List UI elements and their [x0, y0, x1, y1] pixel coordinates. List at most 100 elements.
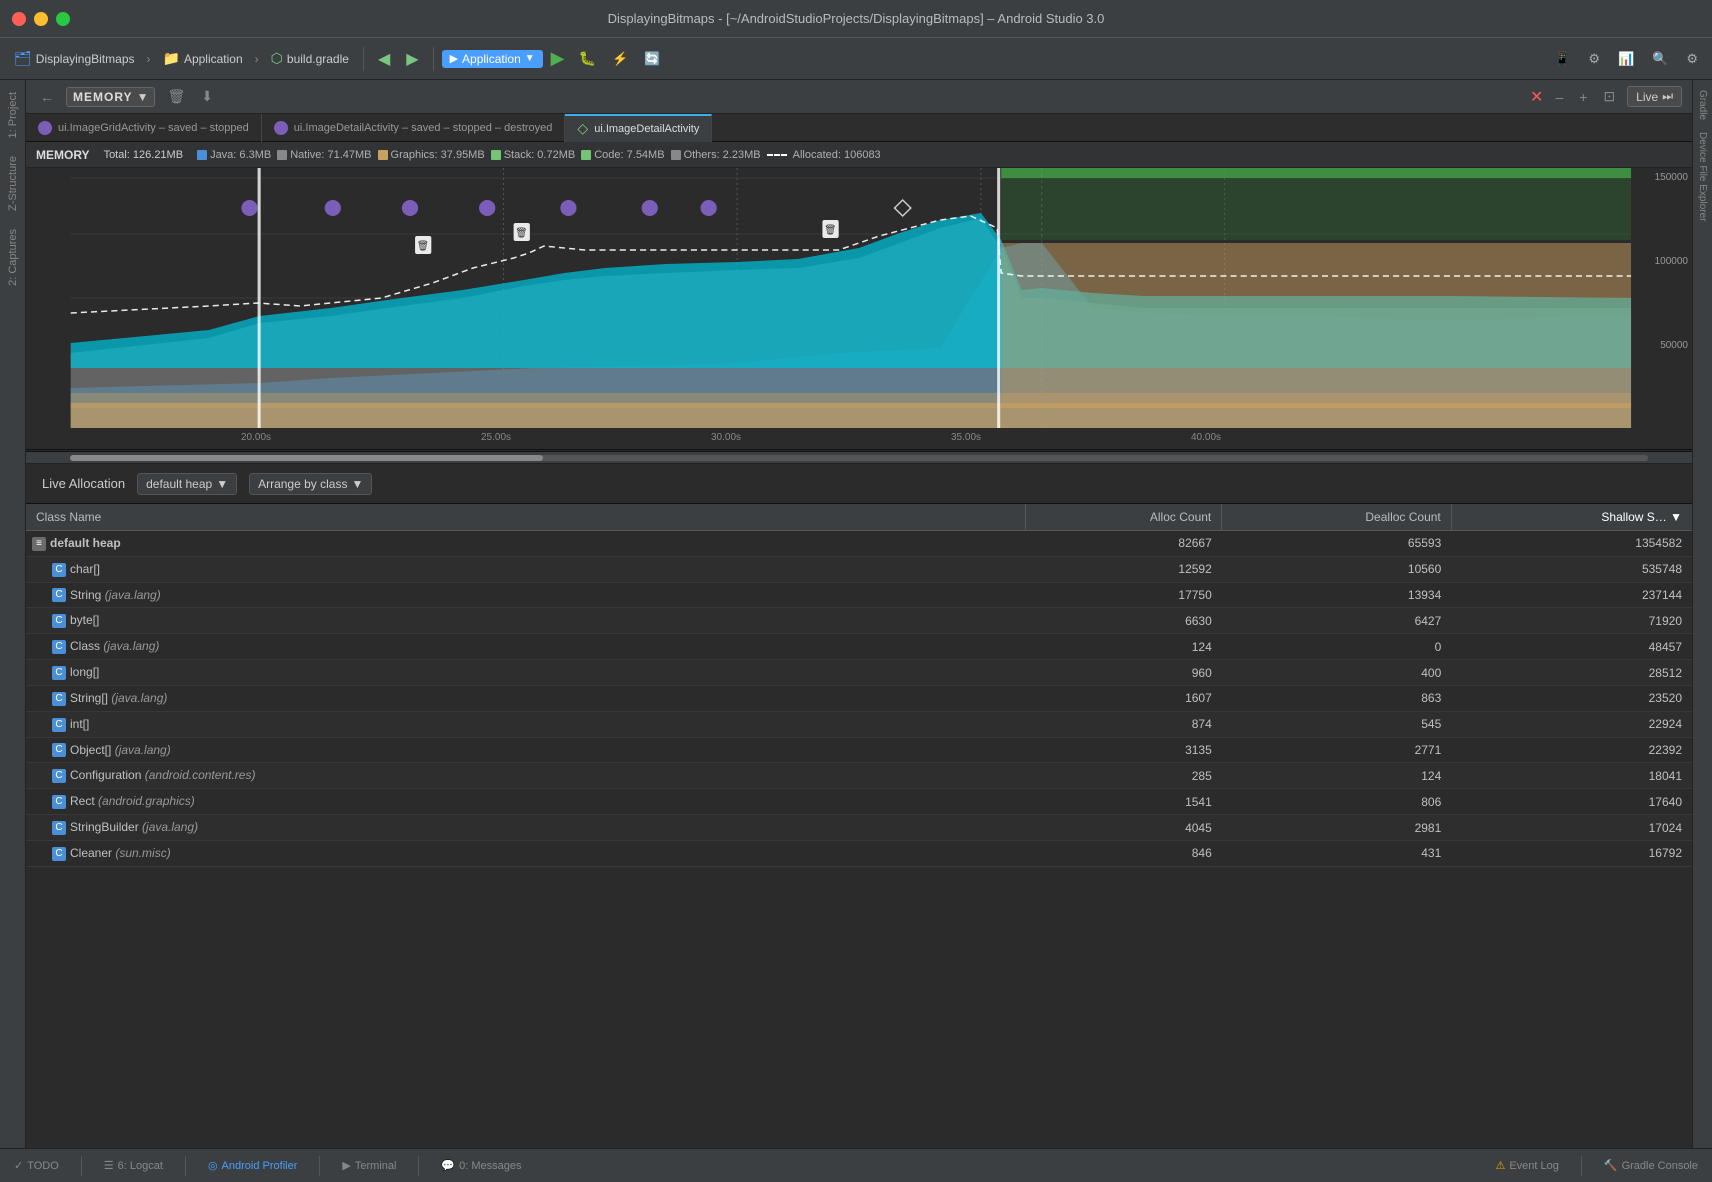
- legend-others: Others: 2.23MB: [671, 149, 761, 161]
- title-bar: DisplayingBitmaps - [~/AndroidStudioProj…: [0, 0, 1712, 38]
- y-axis-right: 150000 100000 50000: [1632, 168, 1692, 428]
- search-button[interactable]: 🔍: [1646, 49, 1674, 69]
- status-todo[interactable]: ✓ TODO: [8, 1157, 65, 1174]
- run-config-dropdown[interactable]: ▶ Application ▼: [442, 50, 543, 68]
- profiler-label: Android Profiler: [222, 1160, 298, 1172]
- table-row[interactable]: Cchar[]1259210560535748: [26, 556, 1692, 582]
- svg-text:🗑: 🗑: [417, 240, 430, 252]
- sdk-manager-button[interactable]: ⚙: [1582, 49, 1606, 69]
- chart-total: Total: 126.21MB: [104, 149, 184, 161]
- terminal-label: Terminal: [355, 1160, 397, 1172]
- profiler-button[interactable]: 📊: [1612, 49, 1640, 69]
- right-tab-gradle[interactable]: Gradle: [1695, 84, 1710, 126]
- status-logcat[interactable]: ☰ 6: Logcat: [98, 1157, 169, 1174]
- nav-forward-button[interactable]: ▶: [400, 47, 424, 71]
- profiler-header: ← MEMORY ▼ 🗑 ⬇ ✕ – + ⊡ Live ⏭: [26, 80, 1692, 114]
- col-alloc-count[interactable]: Alloc Count: [1026, 504, 1222, 531]
- run-button[interactable]: ▶: [547, 48, 569, 69]
- export-button[interactable]: ⬇: [197, 86, 217, 107]
- right-tab-device-file[interactable]: Device File Explorer: [1695, 126, 1710, 227]
- col-shallow-size[interactable]: Shallow S… ▼: [1451, 504, 1692, 531]
- debug-button[interactable]: 🐛: [573, 48, 602, 69]
- live-icon: ⏭: [1662, 89, 1673, 104]
- session-tab-0[interactable]: ui.ImageGridActivity – saved – stopped: [26, 114, 262, 142]
- session-label-1: ui.ImageDetailActivity – saved – stopped…: [294, 122, 553, 134]
- run-config-chevron: ▼: [525, 53, 535, 64]
- status-profiler[interactable]: ◎ Android Profiler: [202, 1157, 303, 1174]
- live-button[interactable]: Live ⏭: [1627, 86, 1682, 107]
- scrollbar-area[interactable]: [26, 452, 1692, 464]
- back-button[interactable]: ←: [36, 87, 58, 107]
- cell-dealloc-count: 0: [1222, 634, 1452, 660]
- memory-dropdown[interactable]: MEMORY ▼: [66, 87, 155, 107]
- sync-button[interactable]: 🔄: [638, 49, 666, 69]
- profiler-icon: ◎: [208, 1159, 218, 1172]
- table-row[interactable]: Cint[]87454522924: [26, 711, 1692, 737]
- memory-chevron: ▼: [137, 90, 149, 104]
- status-messages[interactable]: 💬 0: Messages: [435, 1157, 527, 1174]
- legend-stack: Stack: 0.72MB: [491, 149, 576, 161]
- arrange-dropdown[interactable]: Arrange by class ▼: [249, 473, 372, 495]
- nav-back-button[interactable]: ◀: [372, 47, 396, 71]
- table-row[interactable]: CConfiguration (android.content.res)2851…: [26, 763, 1692, 789]
- minimize-button[interactable]: [34, 12, 48, 26]
- legend-code-label: Code: 7.54MB: [594, 149, 664, 161]
- status-terminal[interactable]: ▶ Terminal: [336, 1157, 402, 1174]
- cell-shallow-size: 71920: [1451, 608, 1692, 634]
- table-row[interactable]: CString[] (java.lang)160786323520: [26, 685, 1692, 711]
- legend-code: Code: 7.54MB: [581, 149, 664, 161]
- table-row[interactable]: CObject[] (java.lang)3135277122392: [26, 737, 1692, 763]
- heap-dropdown[interactable]: default heap ▼: [137, 473, 237, 495]
- avd-manager-button[interactable]: 📱: [1548, 49, 1576, 69]
- live-label: Live: [1636, 90, 1658, 104]
- col-dealloc-count[interactable]: Dealloc Count: [1222, 504, 1452, 531]
- table-row[interactable]: CCleaner (sun.misc)84643116792: [26, 840, 1692, 866]
- table-container[interactable]: Class Name Alloc Count Dealloc Count Sha…: [26, 504, 1692, 1148]
- settings-button[interactable]: ⚙: [1680, 49, 1704, 69]
- status-event-log[interactable]: ⚠ Event Log: [1489, 1157, 1564, 1174]
- status-sep-5: [1581, 1156, 1582, 1176]
- status-gradle-console[interactable]: 🔨 Gradle Console: [1598, 1157, 1704, 1174]
- right-sidebar: Gradle Device File Explorer: [1692, 80, 1712, 1148]
- cell-shallow-size: 237144: [1451, 582, 1692, 608]
- cell-class-name: CConfiguration (android.content.res): [26, 763, 1026, 789]
- zoom-fit-button[interactable]: ⊡: [1599, 86, 1619, 107]
- table-row[interactable]: Clong[]96040028512: [26, 660, 1692, 686]
- chart-body[interactable]: 160MB 128 96 64 32: [26, 168, 1692, 428]
- cell-shallow-size: 28512: [1451, 660, 1692, 686]
- cell-alloc-count: 12592: [1026, 556, 1222, 582]
- module-item[interactable]: 📁 Application: [157, 48, 249, 69]
- zoom-in-button[interactable]: +: [1575, 87, 1591, 107]
- time-axis: 20.00s 25.00s 30.00s 35.00s 40.00s: [26, 428, 1692, 450]
- table-row[interactable]: Cbyte[]6630642771920: [26, 608, 1692, 634]
- cell-alloc-count: 874: [1026, 711, 1222, 737]
- attach-button[interactable]: ⚡: [606, 49, 634, 69]
- cell-shallow-size: 535748: [1451, 556, 1692, 582]
- session-tab-2[interactable]: ◇ ui.ImageDetailActivity: [565, 114, 712, 142]
- cell-class-name: Cint[]: [26, 711, 1026, 737]
- session-tab-1[interactable]: ui.ImageDetailActivity – saved – stopped…: [262, 114, 566, 142]
- table-row[interactable]: CClass (java.lang)124048457: [26, 634, 1692, 660]
- project-icon[interactable]: 🗂 DisplayingBitmaps: [8, 48, 141, 69]
- col-class-name[interactable]: Class Name: [26, 504, 1026, 531]
- cell-shallow-size: 48457: [1451, 634, 1692, 660]
- maximize-button[interactable]: [56, 12, 70, 26]
- sidebar-tab-structure[interactable]: Z-Structure: [3, 148, 23, 219]
- time-35: 35.00s: [951, 432, 981, 443]
- sidebar-tab-project[interactable]: 1: Project: [3, 84, 23, 146]
- table-row[interactable]: ≡default heap82667655931354582: [26, 531, 1692, 557]
- file-item[interactable]: ⬡ build.gradle: [265, 48, 355, 69]
- zoom-out-button[interactable]: –: [1551, 87, 1567, 107]
- table-row[interactable]: CStringBuilder (java.lang)4045298117024: [26, 815, 1692, 841]
- delete-button[interactable]: 🗑: [163, 86, 189, 107]
- scrollbar-thumb[interactable]: [70, 455, 543, 461]
- close-button[interactable]: ✕: [1530, 87, 1543, 107]
- sidebar-tab-captures[interactable]: 2: Captures: [3, 221, 23, 294]
- gradle-console-label: Gradle Console: [1622, 1160, 1698, 1172]
- table-row[interactable]: CString (java.lang)1775013934237144: [26, 582, 1692, 608]
- scrollbar-track[interactable]: [70, 455, 1648, 461]
- table-row[interactable]: CRect (android.graphics)154180617640: [26, 789, 1692, 815]
- time-40: 40.00s: [1191, 432, 1221, 443]
- close-button[interactable]: [12, 12, 26, 26]
- session-dot-1: [274, 121, 288, 135]
